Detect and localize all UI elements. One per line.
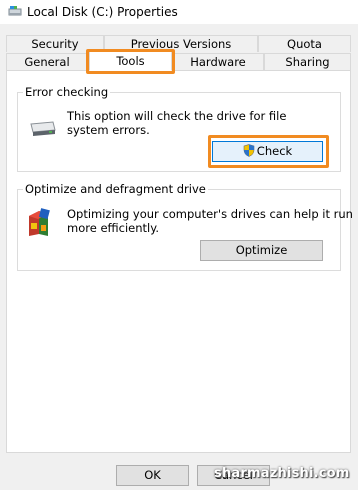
description-line: more efficiently. [67,221,160,235]
optimize-description: Optimizing your computer's drives can he… [67,207,353,235]
tab-label: Quota [287,37,322,51]
drive-icon [8,6,22,16]
optimize-button-label: Optimize [235,243,288,257]
tab-label: Sharing [285,55,330,69]
tab-general[interactable]: General [6,53,88,70]
defragment-icon [29,208,50,236]
tab-label: Hardware [190,55,246,69]
ok-button[interactable]: OK [116,465,189,486]
window-title: Local Disk (C:) Properties [27,5,178,19]
tab-quota[interactable]: Quota [258,35,351,52]
ok-button-label: OK [144,468,161,482]
description-line: This option will check the drive for fil… [67,109,287,123]
tab-label: Security [31,37,79,51]
tab-hardware[interactable]: Hardware [172,53,264,70]
tab-sharing[interactable]: Sharing [264,53,351,70]
description-line: Optimizing your computer's drives can he… [67,207,353,221]
tab-highlight-box [86,49,175,74]
optimize-button[interactable]: Optimize [200,240,323,261]
optimize-title: Optimize and defragment drive [23,182,208,196]
hard-drive-icon [30,121,56,136]
tab-label: General [24,55,70,69]
title-bar: Local Disk (C:) Properties [0,0,358,24]
error-checking-title: Error checking [23,85,111,99]
check-highlight-box [208,135,329,168]
error-checking-description: This option will check the drive for fil… [67,109,286,137]
watermark: sharmazhishi.com [214,466,350,481]
